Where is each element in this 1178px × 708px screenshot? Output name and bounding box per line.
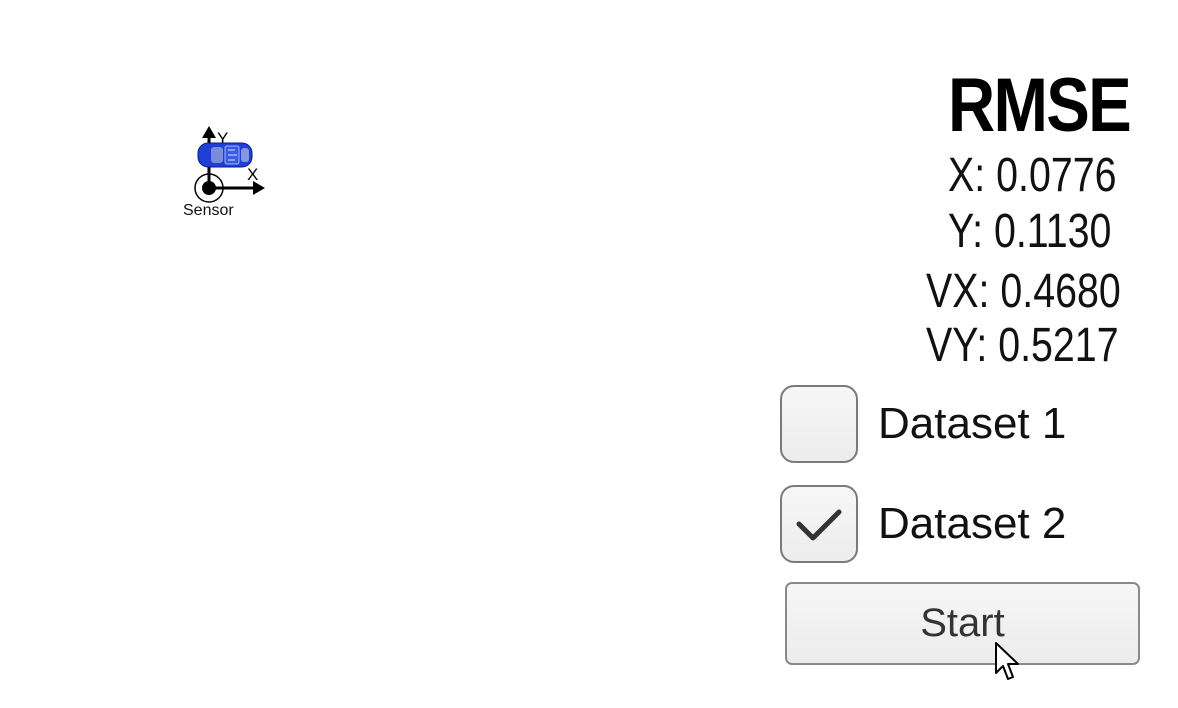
sensor-label: Sensor <box>183 202 234 219</box>
checkmark-icon <box>796 509 842 541</box>
x-axis-label: X <box>247 165 258 184</box>
sensor-scene: Y X Sensor <box>170 120 280 230</box>
sensor-axes-graphic: Y X <box>194 126 265 203</box>
sensor-dot <box>202 181 216 195</box>
dataset-1-label: Dataset 1 <box>878 399 1067 448</box>
start-button[interactable]: Start <box>785 582 1140 665</box>
car-icon <box>197 142 253 168</box>
y-axis-arrowhead <box>202 126 216 138</box>
rmse-title: RMSE <box>948 63 1132 148</box>
rmse-y-value: Y: 0.1130 <box>948 205 1112 258</box>
dataset-1-checkbox[interactable] <box>780 385 858 463</box>
rmse-x-value: X: 0.0776 <box>948 149 1117 202</box>
dataset-2-label: Dataset 2 <box>878 499 1067 548</box>
dataset-1-option[interactable]: Dataset 1 <box>780 384 1066 464</box>
rmse-vy-value: VY: 0.5217 <box>926 319 1119 372</box>
rmse-vx-value: VX: 0.4680 <box>926 265 1121 318</box>
dataset-2-option[interactable]: Dataset 2 <box>780 484 1066 564</box>
dataset-2-checkbox[interactable] <box>780 485 858 563</box>
